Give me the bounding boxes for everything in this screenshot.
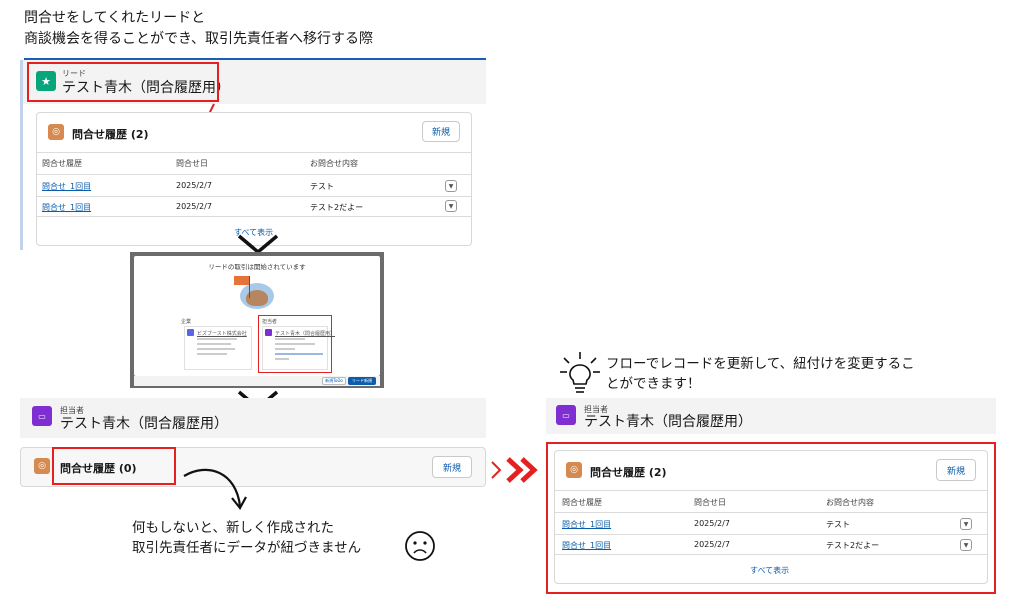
row1-dropdown-icon[interactable]: ▼ [960,518,972,530]
bottom-note-line2: 取引先責任者にデータが紐づきません [132,540,362,556]
inquiry-icon: ◎ [566,462,582,478]
divider [37,152,471,153]
account-detail-line [197,343,231,345]
contact-detail-line [275,358,289,360]
flag-pole [249,276,250,298]
new-button[interactable]: 新規 [422,121,460,142]
col-header-date: 問合せ日 [176,159,208,168]
modal-primary-button[interactable]: リード新規 [348,377,376,385]
modal-title: リードの取引は開始されています [208,263,306,271]
col-header-name: 問合せ履歴 [42,159,82,168]
bottom-note-line1: 何もしないと、新しく作成された [132,520,334,536]
new-button[interactable]: 新規 [432,456,472,478]
convert-modal [134,256,380,376]
lead-name-highlight [27,62,219,102]
inquiry-icon: ◎ [34,458,50,474]
red-double-chevron-icon [491,457,538,483]
row1-name-link[interactable]: 問合せ_1回目 [42,181,91,192]
col-header-name: 問合せ履歴 [562,498,602,507]
contact-name-link[interactable]: テスト青木（問合履歴用） [275,330,335,337]
row2-date: 2025/2/7 [176,202,212,211]
row2-name-link[interactable]: 問合せ_1回目 [42,202,91,213]
row1-date: 2025/2/7 [694,519,730,528]
row2-dropdown-icon[interactable]: ▼ [960,539,972,551]
account-name-link[interactable]: ビズブースト株式会社 [197,330,247,337]
title-line2: 商談機会を得ることができ、取引先責任者へ移行する際 [24,31,374,47]
page-title: 問合せをしてくれたリードと 商談機会を得ることができ、取引先責任者へ移行する際 [24,8,373,50]
divider [555,554,987,555]
divider [37,174,471,175]
lightbulb-icon [560,352,600,393]
contact-detail-line [275,343,315,345]
row2-name-link[interactable]: 問合せ_1回目 [562,540,611,551]
contact-card-icon: ▭ [32,406,52,426]
inquiry-icon: ◎ [48,124,64,140]
account-icon [187,329,194,336]
col-header-content: お問合せ内容 [310,159,358,168]
account-section-label: 企業 [181,319,192,325]
divider [37,196,471,197]
right-contact-record-name[interactable]: テスト青木（問合履歴用） [584,414,752,431]
row2-content: テスト2だよー [826,541,880,550]
divider [555,512,987,513]
account-detail-line [197,353,227,355]
empty-list-highlight [52,447,176,485]
row1-date: 2025/2/7 [176,181,212,190]
related-list-title: 問合せ履歴 (2) [72,128,149,141]
right-related-title: 問合せ履歴 (2) [590,466,667,479]
row2-content: テスト2だよー [310,203,364,212]
row1-content: テスト [310,182,334,191]
curved-arrow-icon [183,468,247,510]
account-detail-line [197,338,237,340]
right-note-line1: フローでレコードを更新して、紐付けを変更するこ [606,356,915,372]
divider [37,216,471,217]
contact-object-label: 担当者 [60,406,84,415]
col-header-date: 問合せ日 [694,498,726,507]
contact-card-icon [265,329,272,336]
new-button[interactable]: 新規 [936,459,976,481]
row2-dropdown-icon[interactable]: ▼ [445,200,457,212]
modal-secondary-button[interactable]: 新規ToDo [322,377,346,385]
col-header-content: お問合せ内容 [826,498,874,507]
title-line1: 問合せをしてくれたリードと [24,10,206,26]
row2-date: 2025/2/7 [694,540,730,549]
row1-content: テスト [826,520,850,529]
flag-icon [234,276,250,285]
contact-detail-line [275,353,323,355]
contact-detail-line [275,338,305,340]
contact-detail-line [275,348,295,350]
right-note-line2: とができます！ [606,376,701,392]
contact-record-name[interactable]: テスト青木（問合履歴用） [60,416,228,433]
bottom-note: 何もしないと、新しく作成された 取引先責任者にデータが紐づきません [132,518,361,558]
sad-face-icon [405,531,435,561]
account-detail-line [197,348,235,350]
divider [555,534,987,535]
row1-dropdown-icon[interactable]: ▼ [445,180,457,192]
view-all-link[interactable]: すべて表示 [750,565,789,576]
right-note: フローでレコードを更新して、紐付けを変更するこ とができます！ [606,354,915,394]
contact-card-icon: ▭ [556,405,576,425]
row1-name-link[interactable]: 問合せ_1回目 [562,519,611,530]
divider [555,490,987,491]
